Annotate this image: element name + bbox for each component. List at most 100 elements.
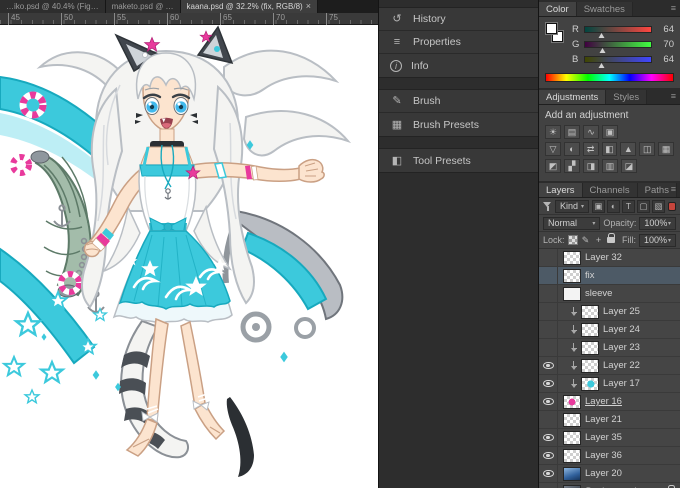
vibrance-icon[interactable]: ▽ [545,142,561,156]
layer-thumbnail[interactable] [581,376,599,391]
visibility-toggle[interactable] [539,303,558,320]
color-slider-track[interactable] [584,41,652,53]
kind-filter-dropdown[interactable]: Kind ▾ [555,199,590,213]
filter-funnel-icon[interactable] [543,201,552,211]
color-lookup-icon[interactable]: ▦ [658,142,675,156]
filter-smart-object-icon[interactable]: ▧ [652,199,666,213]
layer-row[interactable]: Layer 35 [539,429,680,447]
layer-row[interactable]: Layer 36 [539,447,680,465]
color-spectrum-ramp[interactable] [545,73,674,82]
color-slider-track[interactable] [584,26,652,38]
lock-position-icon[interactable]: + [594,235,604,245]
layer-name[interactable]: Layer 25 [603,306,640,317]
layer-row[interactable]: Layer 17 [539,375,680,393]
layer-thumbnail[interactable] [563,430,581,445]
layer-name[interactable]: Layer 35 [585,432,622,443]
curves-icon[interactable]: ∿ [583,125,599,139]
lock-all-icon[interactable] [606,233,616,243]
lock-transparent-pixels-icon[interactable] [567,235,578,245]
visibility-toggle[interactable] [539,411,558,428]
horizontal-ruler[interactable]: 45 50 55 60 65 70 75 [0,13,378,25]
layer-thumbnail[interactable] [563,484,581,488]
layer-name[interactable]: Layer 16 [585,396,622,407]
layer-row[interactable]: fix [539,267,680,285]
layer-name[interactable]: Layer 36 [585,450,622,461]
channel-mixer-icon[interactable]: ◫ [639,142,656,156]
layer-name[interactable]: Layer 23 [603,342,640,353]
layer-row[interactable]: Layer 21 [539,411,680,429]
visibility-toggle[interactable] [539,357,558,374]
layer-row[interactable]: Layer 25 [539,303,680,321]
panel-tab-channels[interactable]: Channels [582,183,638,197]
layer-thumbnail[interactable] [581,304,599,319]
filter-image-icon[interactable]: ▣ [592,199,606,213]
visibility-toggle[interactable] [539,447,558,464]
hue-saturation-icon[interactable]: ◐ [563,142,580,156]
layer-thumbnail[interactable] [563,268,581,283]
layer-row[interactable]: Layer 32 [539,249,680,267]
slider-thumb[interactable] [599,48,606,53]
foreground-background-swatches[interactable] [545,22,565,46]
layer-name[interactable]: fix [585,270,595,281]
invert-icon[interactable]: ◩ [545,159,561,173]
opacity-dropdown[interactable]: 100% ▾ [639,216,676,230]
visibility-toggle[interactable] [539,429,558,446]
layer-thumbnail[interactable] [563,394,581,409]
dock-item-brush[interactable]: ✎ Brush [379,90,538,113]
panel-tab-adjustments[interactable]: Adjustments [539,90,607,104]
filtering-toggle[interactable] [668,201,676,211]
document-tab[interactable]: kaana.psd @ 32.2% (fix, RGB/8) × [180,0,318,13]
layer-row[interactable]: Background [539,483,680,488]
panel-tab-color[interactable]: Color [539,2,577,16]
layer-row[interactable]: Layer 20 [539,465,680,483]
color-slider-track[interactable] [584,56,652,68]
visibility-toggle[interactable] [539,375,558,392]
canvas[interactable] [0,25,378,488]
panel-tab-layers[interactable]: Layers [539,183,583,197]
gradient-map-icon[interactable]: ▥ [602,159,618,173]
panel-menu-icon[interactable]: ≡ [671,184,676,194]
layer-name[interactable]: sleeve [585,288,612,299]
visibility-toggle[interactable] [539,249,558,266]
document-tab[interactable]: …iko.psd @ 40.4% (Fig… [0,0,106,13]
foreground-color-swatch[interactable] [546,23,557,34]
layer-name[interactable]: Layer 22 [603,360,640,371]
close-tab-icon[interactable]: × [306,2,311,11]
dock-item-tool-presets[interactable]: ◧ Tool Presets [379,149,538,172]
layer-thumbnail[interactable] [563,412,581,427]
layer-name[interactable]: Layer 17 [603,378,640,389]
blend-mode-dropdown[interactable]: Normal ▾ [543,216,601,230]
lock-image-pixels-icon[interactable]: ✎ [581,235,591,246]
layer-row[interactable]: sleeve [539,285,680,303]
exposure-icon[interactable]: ▣ [602,125,618,139]
panel-menu-icon[interactable]: ≡ [671,91,676,101]
dock-item-history[interactable]: ↺ History [379,8,538,31]
layer-name[interactable]: Layer 20 [585,468,622,479]
dock-item-properties[interactable]: ≡ Properties [379,31,538,54]
threshold-icon[interactable]: ◨ [583,159,599,173]
layer-row[interactable]: Layer 24 [539,321,680,339]
dock-item-brush-presets[interactable]: ▦ Brush Presets [379,113,538,136]
posterize-icon[interactable]: ▞ [564,159,580,173]
layer-row[interactable]: Layer 16 [539,393,680,411]
selective-color-icon[interactable]: ◪ [621,159,637,173]
layer-row[interactable]: Layer 23 [539,339,680,357]
layer-name[interactable]: Layer 21 [585,414,622,425]
visibility-toggle[interactable] [539,267,558,284]
visibility-toggle[interactable] [539,321,558,338]
panel-tab-swatches[interactable]: Swatches [576,2,633,16]
visibility-toggle[interactable] [539,339,558,356]
layer-thumbnail[interactable] [563,286,581,301]
layer-thumbnail[interactable] [563,466,581,481]
layer-thumbnail[interactable] [581,322,599,337]
slider-thumb[interactable] [598,33,604,38]
brightness-contrast-icon[interactable]: ☀ [545,125,561,139]
fill-dropdown[interactable]: 100% ▾ [639,233,676,247]
layer-thumbnail[interactable] [563,250,581,265]
filter-shape-icon[interactable]: ▢ [637,199,651,213]
photo-filter-icon[interactable]: ▲ [620,142,637,156]
layer-thumbnail[interactable] [563,448,581,463]
dock-item-info[interactable]: i Info [379,54,538,77]
visibility-toggle[interactable] [539,483,558,488]
filter-adjustment-icon[interactable]: ◐ [607,199,621,213]
